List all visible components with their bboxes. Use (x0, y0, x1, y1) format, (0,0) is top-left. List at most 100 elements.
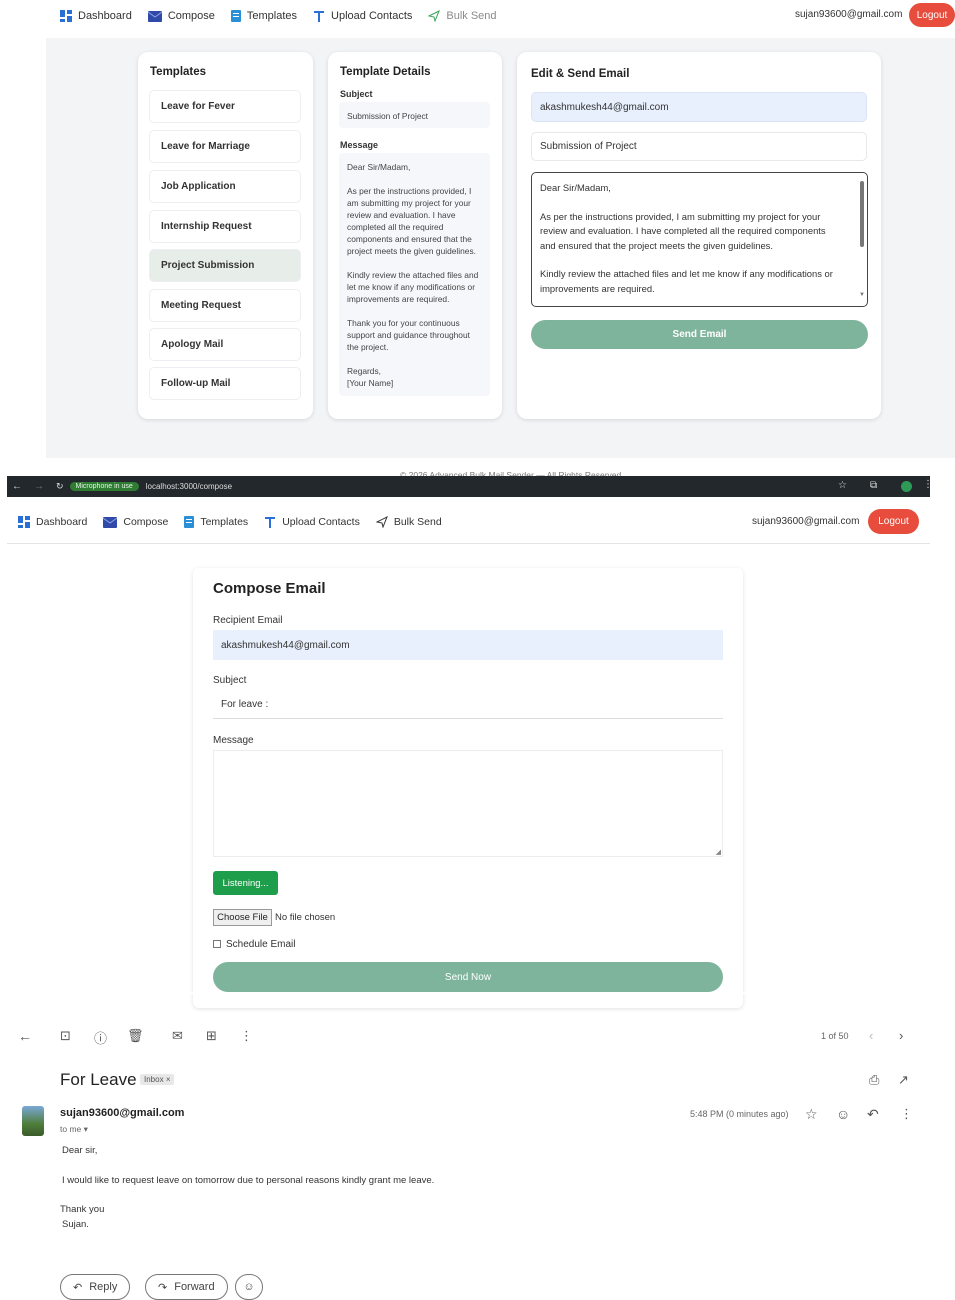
nav-templates[interactable]: Templates (184, 516, 248, 528)
paper-plane-icon (428, 10, 441, 22)
logout-button[interactable]: Logout (868, 509, 919, 534)
prev-chevron-icon[interactable]: ‹ (869, 1028, 873, 1043)
dashboard-icon (18, 516, 30, 528)
message-textarea[interactable]: ◢ (213, 750, 723, 857)
template-item[interactable]: Leave for Marriage (149, 130, 301, 163)
subject-label: Subject (213, 675, 247, 686)
body-paragraph: Dear Sir/Madam, (540, 182, 611, 193)
recipient-input[interactable]: akashmukesh44@gmail.com (531, 92, 867, 122)
nav-upload-contacts[interactable]: Upload Contacts (313, 10, 412, 22)
top-nav: Dashboard Compose Templates Upload Conta… (60, 8, 513, 24)
mark-unread-icon[interactable]: ✉ (172, 1028, 183, 1044)
nav-compose-label: Compose (123, 516, 169, 528)
pager-count: 1 of 50 (821, 1031, 849, 1041)
more-options-icon[interactable]: ⋮ (240, 1028, 253, 1044)
email-body-line: Sujan. (62, 1219, 89, 1230)
sender-email[interactable]: sujan93600@gmail.com (60, 1107, 184, 1119)
nav-dashboard-label: Dashboard (78, 10, 132, 22)
nav-templates[interactable]: Templates (230, 10, 297, 22)
report-spam-icon[interactable]: ⓘ (94, 1028, 107, 1047)
nav-dashboard[interactable]: Dashboard (18, 516, 87, 528)
details-subject-label: Subject (340, 89, 373, 99)
template-label: Apology Mail (161, 339, 224, 350)
message-paragraph: Dear Sir/Madam, (347, 162, 411, 172)
more-options-icon[interactable]: ⋮ (900, 1106, 913, 1122)
template-label: Project Submission (161, 260, 255, 271)
email-body-line: I would like to request leave on tomorro… (62, 1175, 435, 1186)
template-item[interactable]: Internship Request (149, 210, 301, 243)
nav-bulk-send[interactable]: Bulk Send (428, 10, 497, 22)
forward-icon: ↷ (158, 1281, 168, 1294)
nav-upload-label: Upload Contacts (331, 10, 413, 22)
template-item[interactable]: Meeting Request (149, 289, 301, 322)
template-item[interactable]: Apology Mail (149, 328, 301, 361)
nav-upload-contacts[interactable]: Upload Contacts (264, 516, 360, 528)
star-icon[interactable]: ☆ (805, 1106, 818, 1123)
scrollbar-thumb[interactable] (860, 181, 864, 247)
inbox-label[interactable]: Inbox × (140, 1074, 175, 1085)
browser-toolbar: ← → ↻ Microphone in use localhost:3000/c… (7, 476, 933, 497)
nav-bulk-send[interactable]: Bulk Send (375, 516, 442, 528)
email-body-line: Dear sir, (62, 1145, 98, 1156)
emoji-reaction-icon[interactable]: ☺ (836, 1106, 850, 1122)
back-arrow-icon[interactable]: ← (18, 1028, 32, 1044)
delete-icon[interactable]: 🗑 (127, 1028, 144, 1044)
email-subject: For Leave (60, 1070, 137, 1089)
compose-card: Compose Email Recipient Email akashmukes… (193, 568, 743, 1008)
extension-icon[interactable]: ⧉ (870, 480, 877, 491)
choose-file-button[interactable]: Choose File (213, 909, 272, 926)
archive-icon[interactable]: ⊡ (60, 1028, 71, 1044)
details-title: Template Details (340, 66, 431, 78)
nav-compose[interactable]: Compose (103, 516, 168, 528)
send-now-button[interactable]: Send Now (213, 962, 723, 992)
template-item[interactable]: Follow-up Mail (149, 367, 301, 400)
nav-dashboard[interactable]: Dashboard (60, 10, 132, 22)
compose-title: Compose Email (213, 580, 326, 597)
template-label: Leave for Fever (161, 101, 235, 112)
edit-send-title: Edit & Send Email (531, 68, 630, 80)
reply-button[interactable]: ↶ Reply (60, 1274, 131, 1300)
body-textarea[interactable]: Dear Sir/Madam, As per the instructions … (531, 172, 868, 307)
details-message: Dear Sir/Madam, As per the instructions … (339, 153, 490, 396)
resize-handle-icon[interactable]: ◢ (716, 848, 721, 856)
voice-listening-button[interactable]: Listening... (213, 871, 278, 895)
schedule-checkbox[interactable] (213, 940, 221, 948)
email-time: 5:48 PM (0 minutes ago) (690, 1109, 789, 1119)
move-to-folder-icon[interactable]: ⊞ (206, 1028, 217, 1044)
reload-icon[interactable]: ↻ (56, 481, 64, 492)
template-item[interactable]: Job Application (149, 170, 301, 203)
subject-input[interactable]: For leave : (213, 690, 723, 719)
forward-button[interactable]: ↷ Forward (145, 1274, 228, 1300)
message-label: Message (213, 735, 254, 746)
recipient-input[interactable]: akashmukesh44@gmail.com (213, 630, 723, 660)
nav-compose-label: Compose (167, 10, 215, 22)
menu-dots-icon[interactable]: ⋮ (923, 479, 933, 490)
reply-icon[interactable]: ↶ (867, 1106, 879, 1123)
star-icon[interactable]: ☆ (838, 480, 847, 491)
scroll-down-arrow-icon[interactable]: ▼ (859, 288, 865, 303)
url-bar[interactable]: localhost:3000/compose (146, 482, 232, 491)
template-item-selected[interactable]: Project Submission (149, 249, 301, 282)
print-icon[interactable]: ⎙ (869, 1072, 879, 1088)
profile-avatar[interactable] (901, 481, 912, 492)
send-email-button[interactable]: Send Email (531, 320, 868, 349)
schedule-label: Schedule Email (226, 939, 296, 950)
upload-icon (265, 517, 276, 528)
back-arrow-icon[interactable]: ← (12, 481, 22, 492)
remove-label-icon[interactable]: × (166, 1075, 171, 1084)
template-item[interactable]: Leave for Fever (149, 90, 301, 123)
open-new-window-icon[interactable]: ↗ (898, 1072, 909, 1088)
next-chevron-icon[interactable]: › (899, 1028, 903, 1043)
emoji-icon: ☺ (243, 1281, 255, 1293)
forward-arrow-icon[interactable]: → (34, 481, 44, 492)
nav-compose[interactable]: Compose (147, 10, 215, 22)
sender-avatar[interactable] (22, 1106, 44, 1136)
logout-button[interactable]: Logout (909, 3, 955, 27)
template-details-card: Template Details Subject Submission of P… (328, 52, 502, 419)
emoji-button[interactable]: ☺ (235, 1274, 263, 1300)
nav-dashboard-label: Dashboard (36, 516, 88, 528)
recipient-summary[interactable]: to me ▾ (60, 1124, 88, 1135)
subject-input[interactable]: Submission of Project (531, 132, 867, 161)
message-paragraph: Thank you for your continuous support an… (347, 318, 470, 352)
microphone-badge[interactable]: Microphone in use (69, 482, 139, 491)
